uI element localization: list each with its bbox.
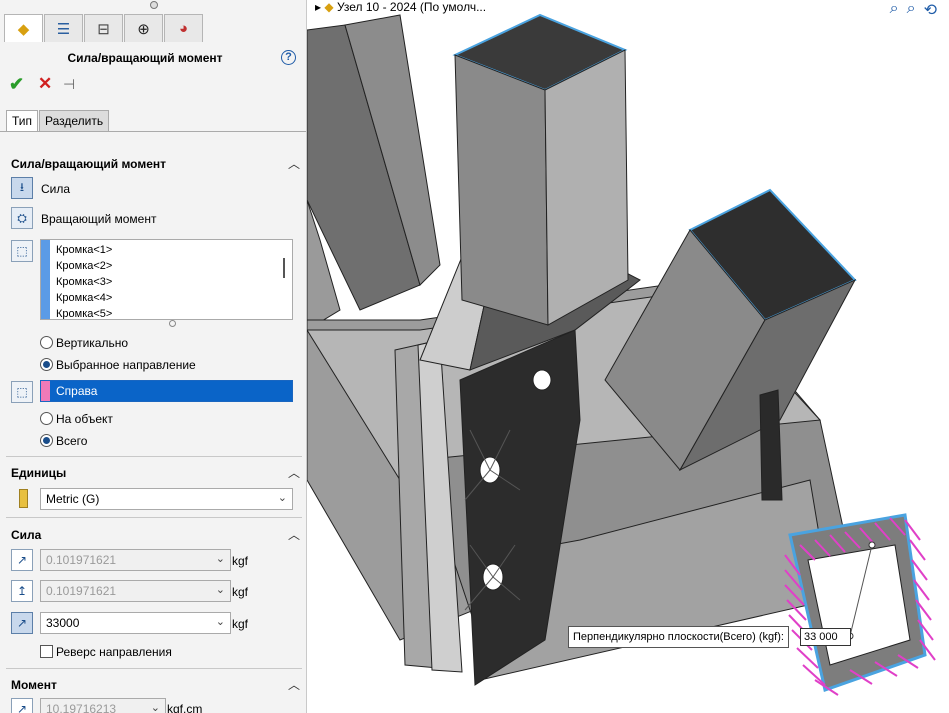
force-value-1-field: 0.101971621 ⌄ <box>40 549 231 571</box>
list-item[interactable]: Кромка<2> <box>56 258 112 274</box>
edge-selection-list[interactable]: Кромка<1> Кромка<2> Кромка<3> Кромка<4> … <box>40 239 293 320</box>
force-direction-3-icon[interactable]: ↗ <box>11 612 33 634</box>
expand-arrow-icon[interactable]: ▸ <box>315 0 321 14</box>
ruler-icon <box>19 489 28 508</box>
force-arrow-icon[interactable]: ⭳ <box>11 177 33 199</box>
list-icon: ☰ <box>56 20 71 38</box>
moment-direction-icon[interactable]: ↗ <box>11 698 33 713</box>
force-callout-label: Перпендикулярно плоскости(Всего) (kgf): <box>568 626 789 648</box>
property-manager: ◆ ☰ ⊟ ⊕ ◕ Сила/вращающий момент ? ✔ ✕ ⊣ … <box>0 0 307 713</box>
force-value-2-field: 0.101971621 ⌄ <box>40 580 231 602</box>
force-value-3-field[interactable]: 33000 ⌄ <box>40 612 231 634</box>
radio-selected-direction[interactable] <box>40 358 53 371</box>
chevron-down-icon: ⌄ <box>150 702 160 713</box>
model-3d-view[interactable] <box>307 0 949 713</box>
type-tabs: Тип Разделить <box>6 110 110 132</box>
list-item[interactable]: Кромка<5> <box>56 306 112 319</box>
tab-split[interactable]: Разделить <box>39 110 110 132</box>
zoom-to-fit-icon[interactable]: ⌕ <box>890 0 899 20</box>
view-toolbar: ⌕ ⌕ ⟲ <box>890 0 937 20</box>
ok-check-icon[interactable]: ✔ <box>9 74 24 95</box>
manager-tabs: ◆ ☰ ⊟ ⊕ ◕ <box>4 14 204 42</box>
chevron-down-icon: ⌄ <box>277 492 287 504</box>
radio-total[interactable] <box>40 434 53 447</box>
tab-type[interactable]: Тип <box>6 110 39 132</box>
radio-selected-direction-label: Выбранное направление <box>56 358 196 372</box>
force-value-3: 33000 <box>46 616 80 630</box>
force-unit-3: kgf <box>232 617 249 631</box>
pin-icon[interactable]: ⊣ <box>63 76 75 93</box>
assembly-icon: ◆ <box>324 0 334 14</box>
moment-value: 10.19716213 <box>46 702 117 713</box>
chevron-down-icon: ⌄ <box>215 553 225 565</box>
list-item[interactable]: Кромка<1> <box>56 242 112 258</box>
collapse-chevron-icon[interactable]: ︿ <box>288 155 300 172</box>
page-title: Сила/вращающий момент <box>67 51 223 65</box>
assembly-icon: ◆ <box>17 20 30 38</box>
force-unit-2: kgf <box>232 585 249 599</box>
units-select-value: Metric (G) <box>46 492 100 506</box>
appearance-icon: ◕ <box>178 20 189 37</box>
section-force-torque-heading: Сила/вращающий момент <box>11 157 167 171</box>
section-moment-heading: Момент <box>11 678 57 692</box>
force-value-2: 0.101971621 <box>46 584 117 598</box>
crosshair-icon: ⊕ <box>137 20 150 38</box>
reverse-direction-checkbox[interactable] <box>40 645 53 658</box>
feature-tree-flyout[interactable]: ▸ ◆ Узел 10 - 2024 (По умолч... <box>315 0 486 14</box>
help-icon[interactable]: ? <box>281 50 296 65</box>
radio-vertical[interactable] <box>40 336 53 349</box>
radio-per-item-label: На объект <box>56 412 113 426</box>
chevron-down-icon: ⌄ <box>215 584 225 596</box>
force-direction-2-icon[interactable]: ↥ <box>11 580 33 602</box>
moment-value-field: 10.19716213 ⌄ <box>40 698 166 713</box>
configuration-manager-tab[interactable]: ⊟ <box>84 14 123 42</box>
previous-view-icon[interactable]: ⟲ <box>924 0 937 20</box>
vertical-tube <box>454 54 549 326</box>
moment-unit: kgf.cm <box>167 702 203 713</box>
dimxpert-tab[interactable]: ⊕ <box>124 14 163 42</box>
radio-per-item[interactable] <box>40 412 53 425</box>
force-callout-value[interactable]: 33 000 <box>800 628 851 646</box>
direction-reference-icon: ⬚ <box>11 381 33 403</box>
feature-manager-tab[interactable]: ◆ <box>4 14 43 42</box>
section-units-heading: Единицы <box>11 466 67 480</box>
config-icon: ⊟ <box>97 20 110 38</box>
chevron-down-icon: ⌄ <box>215 616 225 628</box>
list-item[interactable]: Кромка<3> <box>56 274 112 290</box>
radio-vertical-label: Вертикально <box>56 336 129 350</box>
small-plate <box>759 389 783 501</box>
list-item[interactable]: Кромка<4> <box>56 290 112 306</box>
property-manager-tab[interactable]: ☰ <box>44 14 83 42</box>
radio-total-label: Всего <box>56 434 88 448</box>
face-select-icon: ⬚ <box>11 240 33 262</box>
section-force-heading: Сила <box>11 528 42 542</box>
option-force-label: Сила <box>41 182 71 196</box>
collapse-chevron-icon[interactable]: ︿ <box>288 676 300 693</box>
tree-title: Узел 10 - 2024 (По умолч... <box>336 0 487 14</box>
zoom-to-area-icon[interactable]: ⌕ <box>907 0 916 20</box>
units-select[interactable]: Metric (G) ⌄ <box>40 488 293 510</box>
collapse-chevron-icon[interactable]: ︿ <box>288 526 300 543</box>
collapse-chevron-icon[interactable]: ︿ <box>288 464 300 481</box>
option-torque-label: Вращающий момент <box>41 212 157 226</box>
resize-handle[interactable] <box>169 320 176 327</box>
display-manager-tab[interactable]: ◕ <box>164 14 203 42</box>
cancel-x-icon[interactable]: ✕ <box>38 74 52 94</box>
reverse-direction-label: Реверс направления <box>56 645 172 659</box>
direction-reference-value: Справа <box>56 384 98 398</box>
panel-grip[interactable] <box>150 1 158 9</box>
force-value-1: 0.101971621 <box>46 553 117 567</box>
list-scrollbar[interactable] <box>283 258 285 278</box>
torque-icon[interactable]: ⛭ <box>11 207 33 229</box>
force-direction-1-icon[interactable]: ↗ <box>11 549 33 571</box>
graphics-viewport[interactable]: ▸ ◆ Узел 10 - 2024 (По умолч... ⌕ ⌕ ⟲ <box>307 0 949 713</box>
force-unit-1: kgf <box>232 554 249 568</box>
direction-reference-field[interactable]: Справа <box>40 380 293 402</box>
